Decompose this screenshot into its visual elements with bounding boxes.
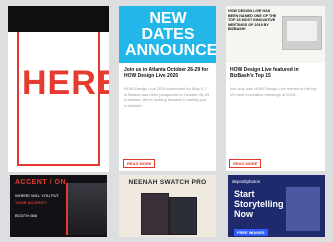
card2-read-more-button[interactable]: READ MORE <box>123 159 156 168</box>
card-new-dates[interactable]: NEW DATES ANNOUNCED Join us in Atlanta O… <box>119 6 216 171</box>
bizbash-image[interactable]: HOW DESIGN LIVE HAS BEEN NAMED ONE OF TH… <box>226 6 325 63</box>
card3-read-more-button[interactable]: READ MORE <box>229 159 262 168</box>
card2-excerpt: HOW Design Live 2020 scheduled for May 4… <box>124 86 210 108</box>
new-dates-image[interactable]: NEW DATES ANNOUNCED <box>119 6 216 63</box>
neenah-image[interactable]: NEENAH SWATCH PRO <box>119 175 216 237</box>
card-depositphotos[interactable]: depositphotos Start Storytelling Now FRE… <box>228 175 325 237</box>
card3-excerpt: Not only was HOW Design Live named in th… <box>230 86 317 97</box>
neenah-device-left <box>141 193 169 235</box>
accent-on-line2: YOUR ACCENT? <box>15 200 47 205</box>
card-neenah[interactable]: NEENAH SWATCH PRO <box>119 175 216 237</box>
depositphotos-line1: Start <box>234 189 255 199</box>
depositphotos-image[interactable]: depositphotos Start Storytelling Now FRE… <box>228 175 325 237</box>
depositphotos-logo: depositphotos <box>232 179 261 184</box>
accent-on-portrait <box>66 183 107 235</box>
neenah-device-right <box>169 197 197 235</box>
depositphotos-mockup <box>286 187 320 231</box>
bizbash-image-heading: HOW DESIGN LIVE HAS BEEN NAMED ONE OF TH… <box>228 9 277 32</box>
depositphotos-line3: Now <box>234 209 253 219</box>
card3-headline[interactable]: HOW Design Live featured in BizBash's To… <box>230 67 320 79</box>
depositphotos-line2: Storytelling <box>234 199 284 209</box>
card-bizbash[interactable]: HOW DESIGN LIVE HAS BEEN NAMED ONE OF TH… <box>226 6 325 171</box>
neenah-title: NEENAH SWATCH PRO <box>128 179 207 186</box>
here-top-bar <box>8 6 109 32</box>
accent-on-line1: WHERE WILL YOU PUT <box>15 193 60 198</box>
here-image[interactable]: HERE <box>8 6 109 172</box>
accent-on-image[interactable]: ACCENT / ON WHERE WILL YOU PUT YOUR ACCE… <box>10 175 107 237</box>
depositphotos-cta-button[interactable]: FREE IMAGES <box>234 229 268 236</box>
accent-on-title: ACCENT / ON <box>15 179 66 186</box>
card2-headline[interactable]: Join us in Atlanta October 26-29 for HOW… <box>124 67 210 79</box>
accent-on-line3: BOOTH 666 <box>15 213 38 218</box>
card-accent-on[interactable]: ACCENT / ON WHERE WILL YOU PUT YOUR ACCE… <box>10 175 107 237</box>
bizbash-photo <box>282 16 322 50</box>
here-text: HERE <box>22 64 109 102</box>
new-dates-title: NEW DATES ANNOUNCED <box>125 10 216 59</box>
card-here[interactable]: HERE <box>8 6 109 172</box>
